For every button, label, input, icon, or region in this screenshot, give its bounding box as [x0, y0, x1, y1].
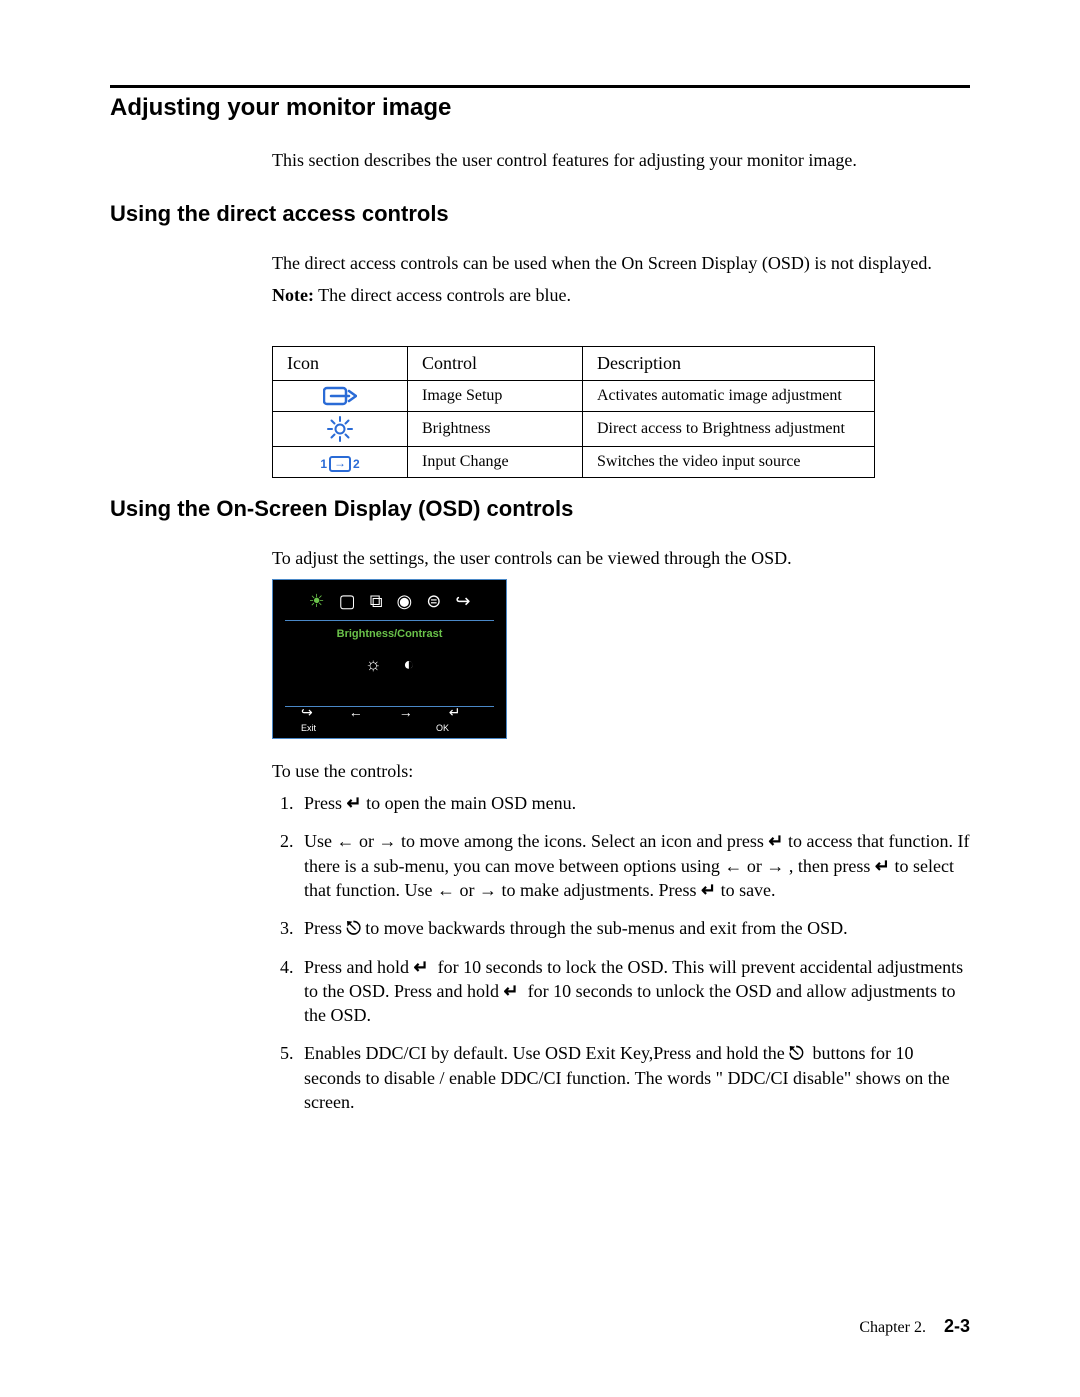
enter-icon: ↵ [347, 793, 362, 813]
table-row: Brightness Direct access to Brightness a… [273, 412, 875, 447]
step-text: Use [304, 831, 337, 851]
note-text: The direct access controls are blue. [314, 285, 571, 305]
list-item: Enables DDC/CI by default. Use OSD Exit … [298, 1041, 970, 1114]
exit-icon: ⎋ [789, 1043, 803, 1063]
subheading-direct-access: Using the direct access controls [110, 201, 970, 227]
osd-top-icon-row: ☀ ▢ ⧉ ◉ ⊜ ↪ [273, 588, 506, 616]
osd-block: To adjust the settings, the user control… [272, 546, 970, 1114]
step-text: to open the main OSD menu. [362, 793, 576, 813]
list-item: Press and hold ↵ for 10 seconds to lock … [298, 955, 970, 1028]
table-header-row: Icon Control Description [273, 346, 875, 380]
left-arrow-icon: ← [437, 880, 455, 900]
osd-screenshot: ☀ ▢ ⧉ ◉ ⊜ ↪ Brightness/Contrast ☼ ◐ ↪ ← … [272, 579, 507, 739]
enter-icon: ↵ [701, 880, 716, 900]
left-arrow-icon: ← [724, 856, 742, 876]
osd-options-icon: ⊜ [426, 592, 441, 610]
enter-icon: ↵ [768, 831, 783, 851]
list-item: Use ← or → to move among the icons. Sele… [298, 829, 970, 902]
osd-bottom-bar: ↪ ← → ↵ Exit OK [273, 702, 506, 734]
enter-icon: ↵ [414, 957, 429, 977]
icon-cell-brightness [273, 412, 408, 447]
osd-divider-1 [285, 620, 494, 621]
image-setup-icon [323, 385, 357, 407]
table-row: 1 2 Input Change Switches the video inpu… [273, 447, 875, 478]
intro-paragraph: This section describes the user control … [272, 150, 970, 171]
step-text: Press [304, 793, 347, 813]
input-change-box-icon [329, 456, 351, 472]
icon-cell-input-change: 1 2 [273, 447, 408, 478]
osd-ok-icon: ↵ [449, 707, 461, 721]
osd-right-icon: → [399, 707, 413, 721]
exit-icon: ⎋ [347, 918, 361, 938]
step-text: Press and hold [304, 957, 414, 977]
description-cell: Activates automatic image adjustment [583, 380, 875, 412]
step-text: to save. [716, 880, 775, 900]
osd-mid-brightness-icon: ☼ [365, 652, 382, 676]
list-item: Press ⎋ to move backwards through the su… [298, 916, 970, 940]
osd-intro: To adjust the settings, the user control… [272, 546, 970, 570]
osd-exit-label: Exit [301, 722, 316, 734]
input-change-right-num: 2 [353, 457, 360, 471]
step-text: Enables DDC/CI by default. Use OSD Exit … [304, 1043, 789, 1063]
table-header-control: Control [408, 346, 583, 380]
control-cell: Brightness [408, 412, 583, 447]
list-item: Press ↵ to open the main OSD menu. [298, 791, 970, 815]
page-footer: Chapter 2. 2-3 [859, 1316, 970, 1337]
step-text: or [455, 880, 479, 900]
step-text: Press [304, 918, 347, 938]
osd-mid-icons: ☼ ◐ [273, 652, 506, 676]
step-text: , then press [784, 856, 874, 876]
direct-access-p1: The direct access controls can be used w… [272, 251, 970, 275]
step-text: or [742, 856, 766, 876]
top-horizontal-rule [110, 85, 970, 88]
table-header-description: Description [583, 346, 875, 380]
osd-brightness-icon: ☀ [309, 592, 325, 610]
document-page: Adjusting your monitor image This sectio… [0, 0, 1080, 1397]
footer-chapter: Chapter 2. [859, 1319, 926, 1336]
step-text: to make adjustments. Press [497, 880, 701, 900]
osd-bottom-labels: Exit OK [273, 722, 506, 734]
section-heading-adjusting: Adjusting your monitor image [110, 94, 970, 122]
icon-cell-image-setup [273, 380, 408, 412]
enter-icon: ↵ [875, 856, 890, 876]
step-text: to move among the icons. Select an icon … [397, 831, 769, 851]
osd-menu-title: Brightness/Contrast [273, 627, 506, 642]
osd-steps-list: Press ↵ to open the main OSD menu. Use ←… [272, 791, 970, 1114]
control-cell: Image Setup [408, 380, 583, 412]
footer-page-number: 2-3 [944, 1316, 970, 1336]
osd-image-setup-icon: ⧉ [370, 592, 383, 610]
step-text: to move backwards through the sub-menus … [361, 918, 848, 938]
right-arrow-icon: → [766, 856, 784, 876]
brightness-icon [327, 416, 353, 442]
direct-access-note: Note: The direct access controls are blu… [272, 283, 970, 307]
osd-left-icon: ← [349, 707, 363, 721]
osd-position-icon: ▢ [339, 592, 356, 610]
control-cell: Input Change [408, 447, 583, 478]
direct-access-controls-table: Icon Control Description Image Setup Act… [272, 346, 875, 479]
osd-to-use: To use the controls: [272, 759, 970, 783]
input-change-icon: 1 2 [320, 456, 359, 472]
osd-image-props-icon: ◉ [397, 592, 413, 610]
input-change-left-num: 1 [320, 457, 327, 471]
step-text: or [355, 831, 379, 851]
note-label: Note: [272, 285, 314, 305]
description-cell: Switches the video input source [583, 447, 875, 478]
table-header-icon: Icon [273, 346, 408, 380]
right-arrow-icon: → [379, 831, 397, 851]
enter-icon: ↵ [504, 981, 519, 1001]
subheading-osd: Using the On-Screen Display (OSD) contro… [110, 496, 970, 522]
table-row: Image Setup Activates automatic image ad… [273, 380, 875, 412]
osd-bottom-icons: ↪ ← → ↵ [273, 707, 506, 721]
right-arrow-icon: → [479, 880, 497, 900]
left-arrow-icon: ← [337, 831, 355, 851]
osd-exit-top-icon: ↪ [455, 592, 470, 610]
osd-ok-label: OK [436, 722, 449, 734]
direct-access-block: The direct access controls can be used w… [272, 251, 970, 308]
osd-exit-icon: ↪ [301, 707, 313, 721]
description-cell: Direct access to Brightness adjustment [583, 412, 875, 447]
osd-mid-contrast-icon: ◐ [403, 652, 414, 676]
